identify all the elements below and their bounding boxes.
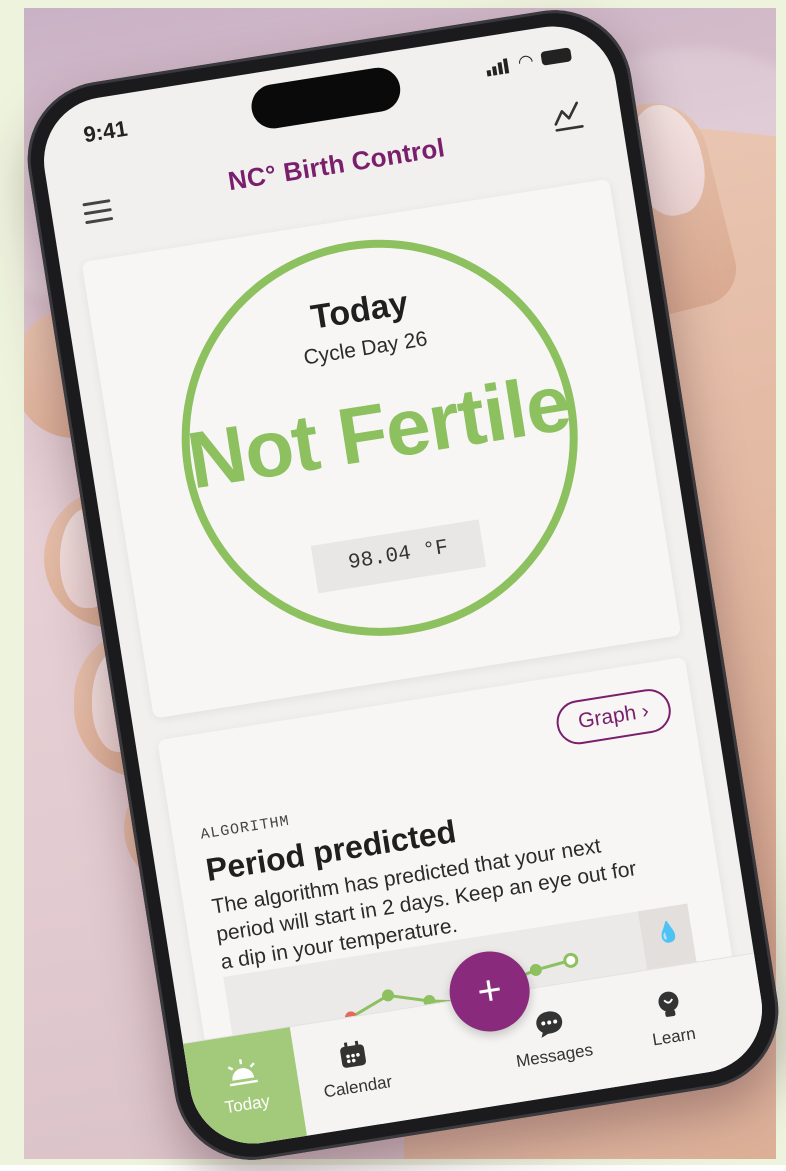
graph-trend-icon[interactable] [548,96,587,135]
dynamic-island [248,64,404,132]
chat-bubble-icon [536,1011,563,1038]
tab-messages-label: Messages [514,1040,595,1072]
wifi-icon: ◠ [516,50,536,73]
algorithm-eyebrow: ALGORITHM [199,812,291,844]
tab-today-label: Today [223,1091,272,1118]
calendar-icon [340,1040,367,1068]
predicted-point [563,952,579,968]
tab-messages[interactable]: Messages [479,977,625,1106]
status-time: 9:41 [81,115,130,148]
today-card[interactable]: Today Cycle Day 26 Not Fertile 98.04 °F [81,178,682,719]
drops-icon: 💧 [654,918,682,946]
tab-learn[interactable]: Learn [612,960,732,1085]
signal-icon [485,55,512,77]
sun-icon [227,1059,258,1087]
battery-icon [540,47,573,66]
status-icons: ◠ [485,45,573,77]
tab-learn-label: Learn [651,1023,697,1050]
tab-today[interactable]: Today [183,1027,307,1153]
tab-calendar[interactable]: Calendar [294,1010,418,1136]
tab-calendar-label: Calendar [322,1071,394,1102]
graph-button[interactable]: Graph › [553,685,674,748]
lightbulb-icon [658,991,679,1017]
